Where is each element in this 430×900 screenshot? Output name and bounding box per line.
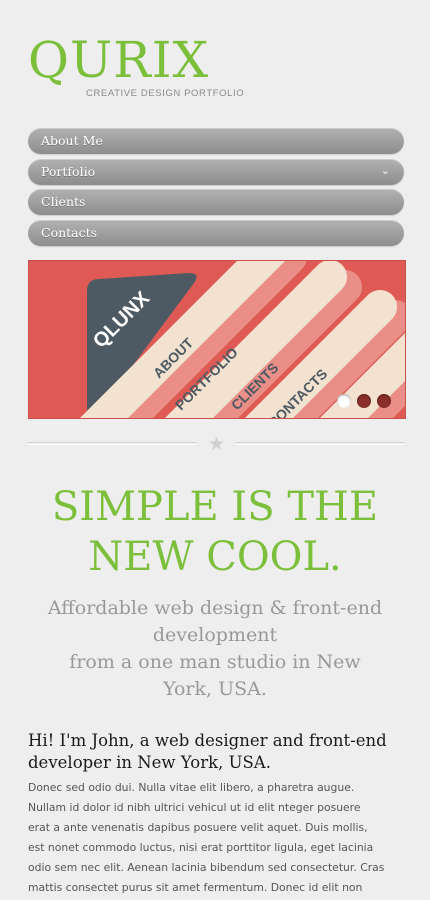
headline-line: NEW COOL. [88,534,342,580]
section-divider: ★ [28,433,404,455]
body-line: erat a ante venenatis dapibus posuere ve… [28,821,368,834]
divider-line [28,442,196,445]
nav-item-label: Contacts [41,224,98,240]
subheadline-line: from a one man studio in New [69,651,361,673]
nav-item-label: Clients [41,194,86,209]
star-icon: ★ [208,433,226,455]
intro-body: Donec sed odio dui. Nulla vitae elit lib… [28,778,410,898]
chevron-down-icon: ⌄ [380,163,390,177]
nav-item-clients[interactable]: Clients [28,189,404,215]
body-line: est nonet commodo luctus, nisi erat port… [28,841,374,854]
nav-item-contacts[interactable]: Contacts [28,219,404,246]
nav-item-label: About Me [41,133,103,148]
main-nav: About Me Portfolio ⌄ Clients Contacts [28,128,404,250]
slider-dot[interactable] [337,394,351,408]
subheadline-line: development [152,624,278,646]
logo[interactable]: QURIX CREATIVE DESIGN PORTFOLIO [28,31,248,99]
body-line: Donec sed odio dui. Nulla vitae elit lib… [28,781,355,794]
slider-dot[interactable] [377,394,391,408]
intro-title-line: developer in New York, USA. [28,753,271,772]
body-line: mattis consectet purus sit amet fermentu… [28,881,363,894]
logo-title: QURIX [28,31,210,89]
divider-line [236,442,404,445]
slider-dot[interactable] [357,394,371,408]
hero-slider[interactable]: QLUNX ABOUT PORTFOLIO CLIENTS CONTACTS [28,260,406,419]
nav-item-about-me[interactable]: About Me [28,128,404,154]
nav-item-portfolio[interactable]: Portfolio ⌄ [28,158,404,185]
intro-title-line: Hi! I'm John, a web designer and front-e… [28,731,387,750]
body-line: odio sem nec elit. Aenean lacinia bibend… [28,861,385,874]
body-line: Nullam id dolor id nibh ultrici vehicul … [28,801,361,814]
logo-tagline: CREATIVE DESIGN PORTFOLIO [86,88,245,99]
nav-item-label: Portfolio [41,163,96,179]
slider-pagination [337,394,391,408]
subheadline: Affordable web design & front-end develo… [20,595,410,703]
intro-title: Hi! I'm John, a web designer and front-e… [28,730,408,774]
subheadline-line: Affordable web design & front-end [47,597,383,619]
subheadline-line: York, USA. [163,678,267,700]
headline-line: SIMPLE IS THE [51,484,379,530]
headline: SIMPLE IS THE NEW COOL. [0,482,430,582]
